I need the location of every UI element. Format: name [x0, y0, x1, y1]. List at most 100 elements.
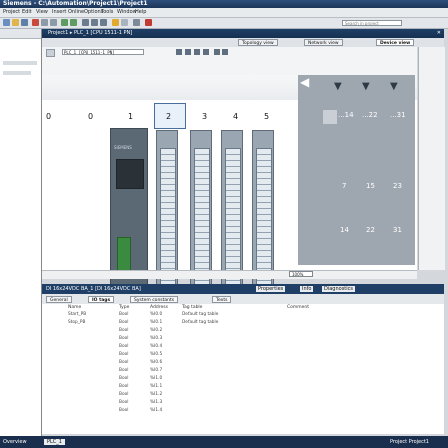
table-row[interactable]: Bool %I1.1: [62, 384, 442, 391]
compile-icon[interactable]: [82, 19, 89, 26]
zoom-fit-icon[interactable]: [203, 49, 209, 55]
stop-cpu-icon[interactable]: [145, 19, 152, 26]
column-header-address[interactable]: Address: [150, 305, 168, 310]
tab-topology-view[interactable]: Topology view: [238, 39, 278, 46]
cell-addr[interactable]: %I0.2: [150, 328, 162, 333]
grid-icon[interactable]: [222, 49, 228, 55]
overview-icon[interactable]: [194, 49, 200, 55]
cell-type[interactable]: Bool: [119, 360, 128, 365]
cell-addr[interactable]: %I1.2: [150, 392, 162, 397]
table-row[interactable]: Bool %I0.4: [62, 344, 442, 351]
chevron-down-icon[interactable]: ▼: [362, 81, 370, 92]
task-cards-panel[interactable]: [418, 47, 445, 270]
cell-type[interactable]: Bool: [119, 392, 128, 397]
cell-addr[interactable]: %I1.3: [150, 400, 162, 405]
table-row[interactable]: Bool %I1.3: [62, 400, 442, 407]
column-header-name[interactable]: Name: [68, 305, 81, 310]
cell-addr[interactable]: %I0.0: [150, 312, 162, 317]
cell-addr[interactable]: %I0.3: [150, 336, 162, 341]
search-input[interactable]: Search in project: [342, 20, 402, 26]
subtab-general[interactable]: General: [46, 296, 72, 303]
paste-icon[interactable]: [50, 19, 57, 26]
io-module-slot-4[interactable]: [221, 130, 243, 288]
chevron-down-icon[interactable]: ▼: [334, 81, 342, 92]
cell-table[interactable]: Default tag table: [182, 312, 218, 317]
go-offline-icon[interactable]: [121, 19, 128, 26]
expand-left-icon[interactable]: ◀: [300, 75, 309, 89]
subtab-io-tags[interactable]: IO tags: [88, 296, 115, 303]
cell-type[interactable]: Bool: [119, 336, 128, 341]
labels-icon[interactable]: [214, 49, 220, 55]
cell-type[interactable]: Bool: [119, 352, 128, 357]
chevron-down-icon[interactable]: ▼: [390, 81, 398, 92]
tab-network-view[interactable]: Network view: [304, 39, 343, 46]
menu-project[interactable]: Project: [3, 9, 20, 15]
project-tree[interactable]: [0, 29, 42, 436]
cut-icon[interactable]: [32, 19, 39, 26]
cell-addr[interactable]: %I0.5: [150, 352, 162, 357]
cell-type[interactable]: Bool: [119, 320, 128, 325]
menu-online[interactable]: Online: [68, 9, 84, 15]
subtab-system-constants[interactable]: System constants: [130, 296, 179, 303]
close-icon[interactable]: ✕: [437, 29, 441, 38]
tab-device-view[interactable]: Device view: [376, 39, 415, 46]
menu-view[interactable]: View: [36, 9, 48, 15]
new-project-icon[interactable]: [3, 19, 10, 26]
cell-addr[interactable]: %I0.4: [150, 344, 162, 349]
column-header-type[interactable]: Type: [119, 305, 129, 310]
table-row[interactable]: Bool %I1.4: [62, 408, 442, 415]
device-select[interactable]: PLC_1 [CPU 1511-1 PN]: [62, 49, 144, 55]
tab-info[interactable]: Info: [300, 286, 314, 292]
table-row[interactable]: Bool %I0.5: [62, 352, 442, 359]
zoom-out-icon[interactable]: [185, 49, 191, 55]
cell-addr[interactable]: %I1.4: [150, 408, 162, 413]
zoom-in-icon[interactable]: [176, 49, 182, 55]
table-row[interactable]: Bool %I0.7: [62, 368, 442, 375]
cell-addr[interactable]: %I1.0: [150, 376, 162, 381]
table-row[interactable]: Stop_PB Bool %I0.1 Default tag table: [62, 320, 442, 327]
open-editor-tab[interactable]: PLC_1: [44, 439, 65, 445]
cell-addr[interactable]: %I0.7: [150, 368, 162, 373]
table-row[interactable]: Bool %I0.6: [62, 360, 442, 367]
overview-button[interactable]: Overview: [3, 439, 27, 445]
io-module-slot-3[interactable]: [190, 130, 212, 288]
cell-name[interactable]: Start_PB: [68, 312, 86, 317]
cell-type[interactable]: Bool: [119, 376, 128, 381]
column-header-comment[interactable]: Comment: [287, 305, 309, 310]
io-module-slot-5[interactable]: [252, 130, 274, 288]
table-row[interactable]: Bool %I1.0: [62, 376, 442, 383]
menu-tools[interactable]: Tools: [101, 9, 113, 15]
undo-icon[interactable]: [61, 19, 68, 26]
zoom-select[interactable]: 100%: [289, 271, 313, 277]
cell-type[interactable]: Bool: [119, 384, 128, 389]
open-project-icon[interactable]: [12, 19, 19, 26]
cell-name[interactable]: Stop_PB: [68, 320, 85, 325]
cell-type[interactable]: Bool: [119, 408, 128, 413]
menu-insert[interactable]: Insert: [52, 9, 66, 15]
tree-item[interactable]: [3, 61, 37, 65]
go-online-icon[interactable]: [112, 19, 119, 26]
menu-window[interactable]: Window: [117, 9, 137, 15]
redo-icon[interactable]: [70, 19, 77, 26]
horizontal-scrollbar[interactable]: 100%: [42, 270, 417, 279]
cell-type[interactable]: Bool: [119, 344, 128, 349]
tab-properties[interactable]: Properties: [256, 286, 286, 292]
accessible-devices-icon[interactable]: [133, 19, 140, 26]
cell-addr[interactable]: %I0.6: [150, 360, 162, 365]
device-icon[interactable]: [46, 49, 55, 57]
column-header-tag-table[interactable]: Tag table: [182, 305, 202, 310]
table-row[interactable]: Start_PB Bool %I0.0 Default tag table: [62, 312, 442, 319]
io-module-slot-2[interactable]: [156, 130, 178, 288]
cell-type[interactable]: Bool: [119, 312, 128, 317]
table-row[interactable]: Bool %I0.3: [62, 336, 442, 343]
upload-icon[interactable]: [100, 19, 107, 26]
cell-addr[interactable]: %I1.1: [150, 384, 162, 389]
subtab-texts[interactable]: Texts: [212, 296, 232, 303]
cell-type[interactable]: Bool: [119, 400, 128, 405]
table-row[interactable]: Bool %I1.2: [62, 392, 442, 399]
save-icon[interactable]: [21, 19, 28, 26]
cell-table[interactable]: Default tag table: [182, 320, 218, 325]
cpu-module[interactable]: SIEMENS: [110, 128, 148, 286]
tree-item[interactable]: [3, 71, 31, 75]
cell-type[interactable]: Bool: [119, 368, 128, 373]
